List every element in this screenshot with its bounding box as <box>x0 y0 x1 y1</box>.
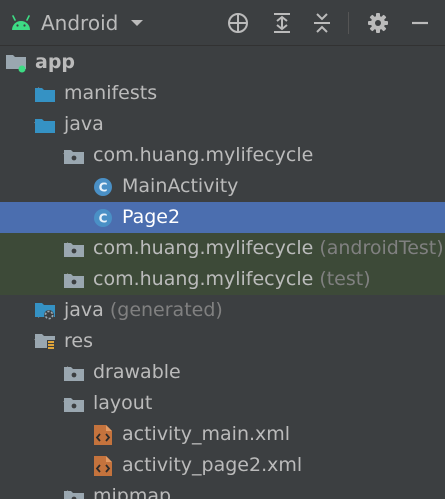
tree-node-mipmap[interactable]: mipmap <box>0 481 445 499</box>
tree-node-name: manifests <box>64 82 158 104</box>
tree-node-label: java (generated) <box>64 298 223 322</box>
package-icon <box>63 238 85 260</box>
svg-text:C: C <box>99 181 108 195</box>
class-icon: C <box>92 207 114 229</box>
tree-node-label: com.huang.mylifecycle (androidTest) <box>93 236 444 260</box>
tree-node-name: mipmap <box>93 485 172 499</box>
tree-node-name: java <box>64 299 104 321</box>
tree-node-suffix: (test) <box>313 268 371 290</box>
project-tool-window: Android app manifests java com.huang.myl… <box>0 0 445 499</box>
tree-node-activity-main-xml[interactable]: activity_main.xml <box>0 419 445 450</box>
expand-all-icon[interactable] <box>267 8 297 38</box>
tree-node-label: manifests <box>64 81 157 105</box>
tree-node-suffix: (androidTest) <box>313 237 444 259</box>
project-view-label: Android <box>41 11 119 35</box>
folder-icon <box>34 83 56 105</box>
settings-icon[interactable] <box>363 8 393 38</box>
package-icon <box>63 486 85 499</box>
locate-icon[interactable] <box>223 8 253 38</box>
tree-node-suffix: (generated) <box>103 299 223 321</box>
tree-node-layout[interactable]: layout <box>0 388 445 419</box>
tree-node-name: Page2 <box>122 206 181 228</box>
package-icon <box>63 362 85 384</box>
folder-icon <box>34 114 56 136</box>
tree-node-label: layout <box>93 391 152 415</box>
chevron-down-icon <box>130 18 144 28</box>
tree-node-name: drawable <box>93 361 181 383</box>
tree-node-label: mipmap <box>93 484 171 499</box>
package-icon <box>63 393 85 415</box>
tree-node-label: app <box>35 50 75 74</box>
tree-node-java[interactable]: java <box>0 109 445 140</box>
tree-node-package-test[interactable]: com.huang.mylifecycle (test) <box>0 264 445 295</box>
tree-node-label: com.huang.mylifecycle <box>93 143 313 167</box>
tree-node-app[interactable]: app <box>0 47 445 78</box>
tree-node-name: activity_main.xml <box>122 423 291 445</box>
tree-node-label: MainActivity <box>122 174 238 198</box>
project-view-selector[interactable]: Android <box>10 6 144 40</box>
tree-node-drawable[interactable]: drawable <box>0 357 445 388</box>
tree-node-package-main[interactable]: com.huang.mylifecycle <box>0 140 445 171</box>
module-icon <box>5 52 27 74</box>
toolbar-separator <box>348 12 349 34</box>
generated-folder-icon <box>34 300 56 322</box>
tree-node-name: activity_page2.xml <box>122 454 303 476</box>
package-icon <box>63 145 85 167</box>
tree-node-label: activity_page2.xml <box>122 453 302 477</box>
tree-node-name: com.huang.mylifecycle <box>93 237 314 259</box>
collapse-all-icon[interactable] <box>307 8 337 38</box>
tree-node-java-generated[interactable]: java (generated) <box>0 295 445 326</box>
tree-node-package-androidtest[interactable]: com.huang.mylifecycle (androidTest) <box>0 233 445 264</box>
tree-node-manifests[interactable]: manifests <box>0 78 445 109</box>
tree-node-name: res <box>64 330 93 352</box>
hide-icon[interactable] <box>405 8 435 38</box>
project-toolbar: Android <box>0 0 445 46</box>
tree-node-name: MainActivity <box>122 175 239 197</box>
resources-folder-icon <box>34 331 56 353</box>
tree-node-res[interactable]: res <box>0 326 445 357</box>
android-icon <box>10 15 32 31</box>
tree-node-name: java <box>64 113 104 135</box>
tree-node-name: com.huang.mylifecycle <box>93 268 314 290</box>
tree-node-name: app <box>35 51 76 73</box>
tree-node-label: drawable <box>93 360 181 384</box>
package-icon <box>63 269 85 291</box>
tree-node-label: java <box>64 112 104 136</box>
class-icon: C <box>92 176 114 198</box>
layout-file-icon <box>92 424 114 446</box>
tree-node-label: com.huang.mylifecycle (test) <box>93 267 371 291</box>
svg-text:C: C <box>99 212 108 226</box>
tree-node-label: Page2 <box>122 205 180 229</box>
tree-node-name: layout <box>93 392 153 414</box>
layout-file-icon <box>92 455 114 477</box>
tree-node-page2[interactable]: C Page2 <box>0 202 445 233</box>
tree-node-label: res <box>64 329 93 353</box>
tree-node-activity-page2-xml[interactable]: activity_page2.xml <box>0 450 445 481</box>
tree-node-name: com.huang.mylifecycle <box>93 144 314 166</box>
tree-node-mainactivity[interactable]: C MainActivity <box>0 171 445 202</box>
tree-node-label: activity_main.xml <box>122 422 290 446</box>
